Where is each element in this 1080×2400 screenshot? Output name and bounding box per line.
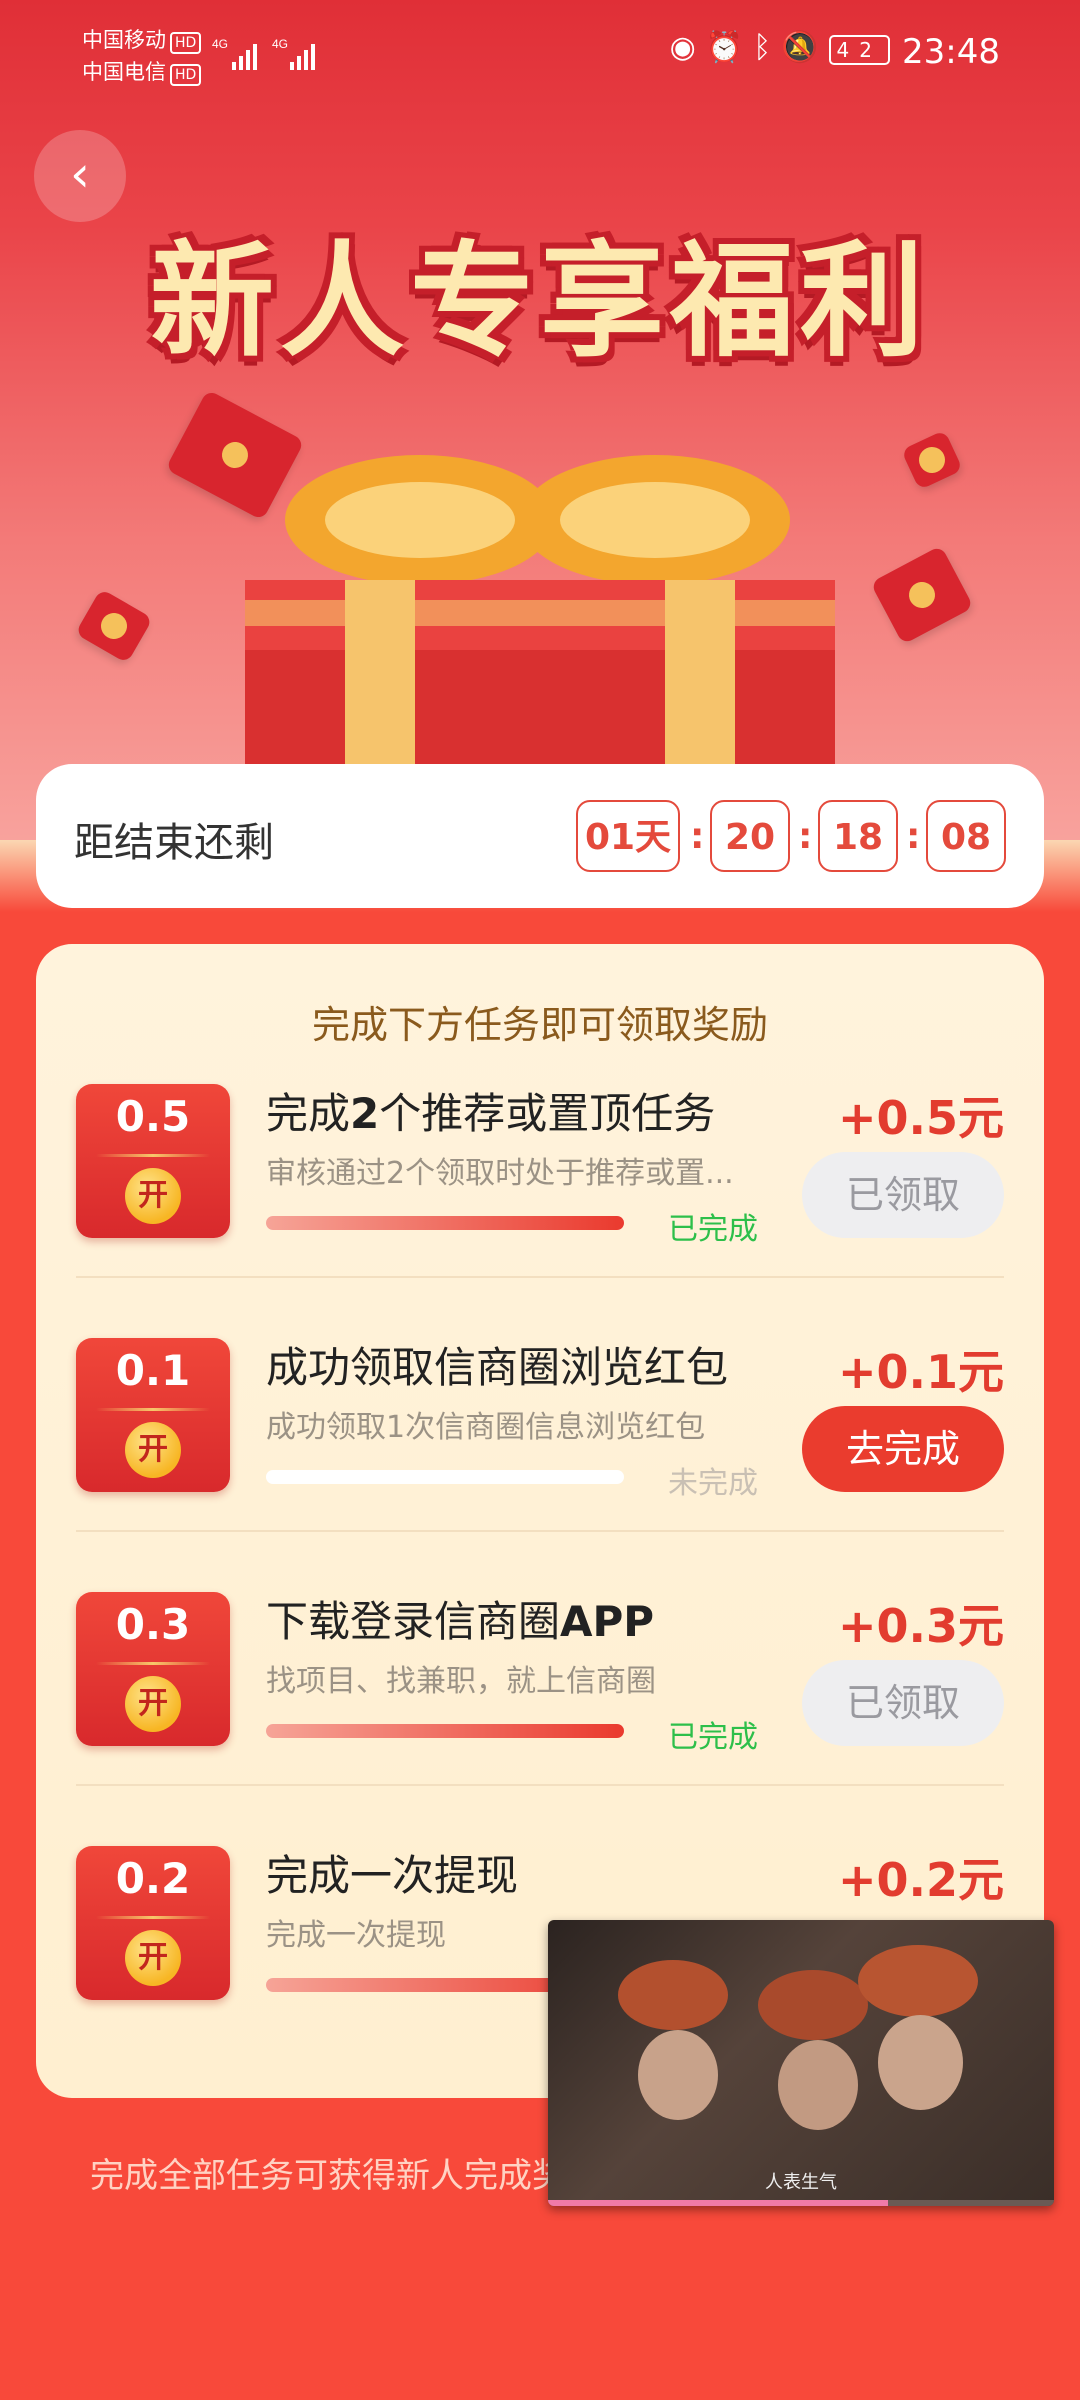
video-frame-figure [778, 2040, 858, 2130]
signal-icon: 4G 4G [212, 34, 322, 78]
countdown-label: 距结束还剩 [74, 820, 274, 866]
task-reward: +0.3元 [837, 1599, 1004, 1653]
task-reward: +0.2元 [837, 1853, 1004, 1907]
carrier-name-1: 中国移动 [82, 28, 166, 52]
svg-text:4G: 4G [212, 37, 228, 51]
task-title: 完成一次提现 [266, 1851, 519, 1900]
task-reward: +0.1元 [837, 1345, 1004, 1399]
floating-video-player[interactable]: 人表生气 [548, 1920, 1054, 2206]
video-frame-figure [878, 2015, 963, 2110]
red-envelope-decoration [870, 545, 974, 645]
reward-coin-badge: 0.1 开 [76, 1338, 230, 1492]
banner-title: 新人专享福利 [149, 230, 930, 374]
countdown-hours: 20 [710, 800, 790, 872]
bluetooth-icon: ᛒ [753, 30, 782, 65]
task-progress-bar [266, 1470, 624, 1484]
status-bar: 中国移动 HD 中国电信 HD 4G 4G ◉⏰ᛒ🔕 42 23:48 [0, 0, 1080, 110]
countdown-seconds: 08 [926, 800, 1006, 872]
eye-icon: ◉ [669, 30, 706, 65]
open-coin-icon: 开 [125, 1930, 181, 1986]
coin-value: 0.3 [115, 1600, 191, 1649]
video-frame-figure [618, 1960, 728, 2030]
claimed-button[interactable]: 已领取 [802, 1152, 1004, 1238]
task-reward: +0.5元 [837, 1091, 1004, 1145]
task-status: 已完成 [668, 1212, 758, 1247]
task-progress-bar [266, 1724, 624, 1738]
video-subtitle: 人表生气 [765, 2172, 837, 2193]
open-coin-icon: 开 [125, 1676, 181, 1732]
task-item: 0.5 开 完成2个推荐或置顶任务 审核通过2个领取时处于推荐或置... 已完成… [36, 1024, 1044, 1278]
countdown-separator: : [690, 816, 705, 857]
hd-badge: HD [170, 32, 202, 54]
open-coin-icon: 开 [125, 1422, 181, 1478]
svg-text:4G: 4G [272, 37, 288, 51]
reward-coin-badge: 0.5 开 [76, 1084, 230, 1238]
task-item: 0.1 开 成功领取信商圈浏览红包 成功领取1次信商圈信息浏览红包 未完成 +0… [36, 1278, 1044, 1532]
task-description: 审核通过2个领取时处于推荐或置... [266, 1156, 734, 1191]
video-frame-figure [758, 1970, 868, 2040]
task-status: 已完成 [668, 1720, 758, 1755]
task-title: 完成2个推荐或置顶任务 [266, 1089, 716, 1138]
video-progress-bar[interactable] [548, 2200, 1054, 2206]
countdown-separator: : [906, 816, 921, 857]
coin-value: 0.5 [115, 1092, 191, 1141]
alarm-icon: ⏰ [705, 30, 754, 65]
video-frame-figure [638, 2030, 718, 2120]
task-item: 0.3 开 下载登录信商圈APP 找项目、找兼职，就上信商圈 已完成 +0.3元… [36, 1532, 1044, 1786]
reward-coin-badge: 0.3 开 [76, 1592, 230, 1746]
coin-value: 0.2 [115, 1854, 191, 1903]
task-description: 完成一次提现 [266, 1918, 446, 1953]
go-complete-button[interactable]: 去完成 [802, 1406, 1004, 1492]
open-coin-icon: 开 [125, 1168, 181, 1224]
countdown-minutes: 18 [818, 800, 898, 872]
task-title: 成功领取信商圈浏览红包 [266, 1343, 729, 1392]
task-description: 找项目、找兼职，就上信商圈 [266, 1664, 656, 1699]
task-description: 成功领取1次信商圈信息浏览红包 [266, 1410, 706, 1445]
battery-icon: 42 [828, 35, 890, 65]
red-envelope-decoration [900, 429, 964, 491]
reward-coin-badge: 0.2 开 [76, 1846, 230, 2000]
task-title: 下载登录信商圈APP [266, 1597, 655, 1646]
video-frame-figure [858, 1945, 978, 2017]
gift-box-illustration [245, 455, 835, 780]
countdown-days: 01天 [576, 800, 680, 872]
claimed-button[interactable]: 已领取 [802, 1660, 1004, 1746]
task-progress-bar [266, 1216, 624, 1230]
countdown-card: 距结束还剩 01天 : 20 : 18 : 08 [36, 764, 1044, 908]
coin-value: 0.1 [115, 1346, 191, 1395]
mute-bell-icon: 🔕 [781, 30, 829, 65]
red-envelope-decoration [75, 588, 153, 664]
chevron-left-icon: ‹ [70, 145, 90, 203]
clock: 23:48 [902, 32, 1000, 72]
footer-note: 完成全部任务可获得新人完成奖 [90, 2156, 566, 2196]
task-status: 未完成 [668, 1466, 758, 1501]
hd-badge: HD [170, 64, 202, 86]
carrier-name-2: 中国电信 [82, 60, 166, 84]
back-button[interactable]: ‹ [34, 130, 126, 222]
countdown-separator: : [798, 816, 813, 857]
